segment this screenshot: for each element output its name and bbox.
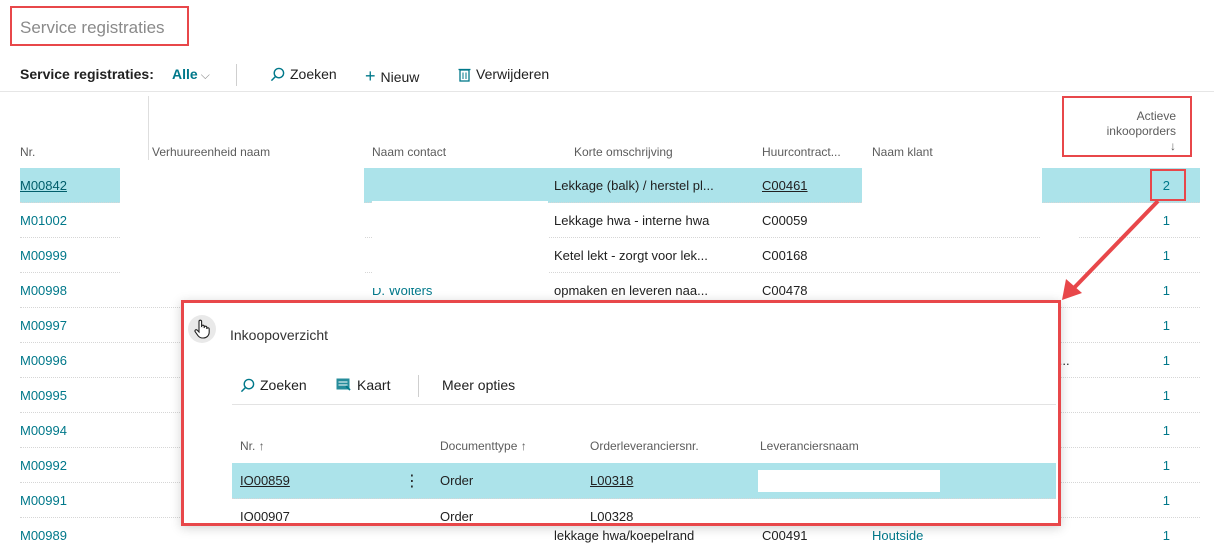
redaction-block — [758, 470, 940, 492]
card-label: Kaart — [357, 377, 391, 393]
popup-row-nr-link[interactable]: IO00859 — [240, 473, 290, 488]
popup-column-header-vendor-nr[interactable]: Orderleveranciersnr. — [590, 439, 699, 453]
purchase-overview-popup: Inkoopoverzicht Zoeken Kaart Meer opties… — [181, 300, 1061, 526]
popup-column-header-nr[interactable]: Nr. ↑ — [240, 439, 265, 453]
hand-cursor-icon — [188, 315, 216, 343]
popup-row-vendor-nr: L00328 — [590, 509, 634, 524]
popup-search-label: Zoeken — [260, 377, 307, 393]
popup-table-row[interactable]: IO00859 ⋮ Order L00318 — [232, 463, 1056, 499]
row-menu-icon[interactable]: ⋮ — [404, 471, 420, 491]
popup-table-row[interactable]: IO00907 Order L00328 — [232, 499, 1056, 524]
search-icon — [240, 378, 255, 393]
popup-column-header-doctype[interactable]: Documenttype ↑ — [440, 439, 527, 453]
popup-action-bar: Zoeken Kaart Meer opties — [232, 373, 1056, 405]
divider — [418, 375, 419, 397]
popup-title: Inkoopoverzicht — [230, 327, 329, 343]
popup-row-nr-link[interactable]: IO00907 — [240, 509, 290, 523]
card-button[interactable]: Kaart — [336, 377, 390, 393]
popup-search-button[interactable]: Zoeken — [240, 377, 307, 393]
popup-row-vendor-nr-link[interactable]: L00318 — [590, 473, 633, 488]
popup-row-doctype: Order — [440, 473, 474, 488]
more-options-button[interactable]: Meer opties — [442, 377, 515, 393]
popup-row-doctype: Order — [440, 509, 474, 524]
card-icon — [336, 378, 352, 392]
popup-column-header-vendor-name[interactable]: Leveranciersnaam — [760, 439, 859, 453]
